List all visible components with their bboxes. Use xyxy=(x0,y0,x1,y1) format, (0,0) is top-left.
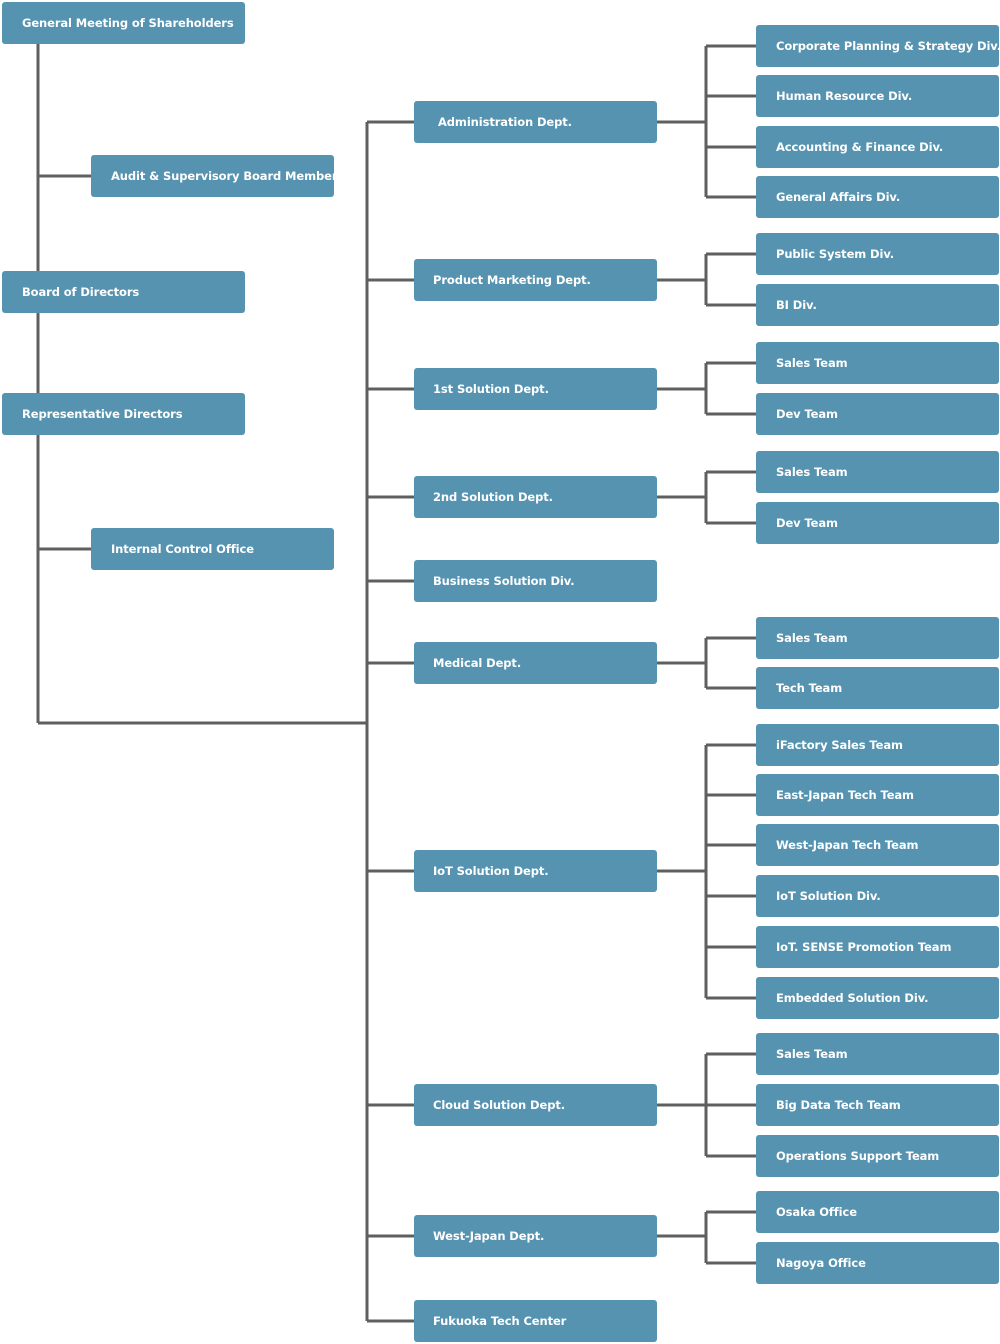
unit-box[interactable]: Nagoya Office xyxy=(756,1242,999,1284)
audit-board-box[interactable]: Audit & Supervisory Board Member xyxy=(91,155,337,197)
department-box[interactable]: Business Solution Div. xyxy=(414,560,657,602)
unit-box[interactable]: General Affairs Div. xyxy=(756,176,999,218)
unit-box[interactable]: iFactory Sales Team xyxy=(756,724,999,766)
unit-box[interactable]: Accounting & Finance Div. xyxy=(756,126,999,168)
unit-box[interactable]: IoT Solution Div. xyxy=(756,875,999,917)
shareholders-box[interactable]: General Meeting of Shareholders xyxy=(2,2,245,44)
unit-box[interactable]: Osaka Office xyxy=(756,1191,999,1233)
department-box[interactable]: Product Marketing Dept. xyxy=(414,259,657,301)
unit-box[interactable]: Sales Team xyxy=(756,1033,999,1075)
department-box[interactable]: 1st Solution Dept. xyxy=(414,368,657,410)
department-box[interactable]: West-Japan Dept. xyxy=(414,1215,657,1257)
unit-box[interactable]: IoT. SENSE Promotion Team xyxy=(756,926,999,968)
unit-box[interactable]: Embedded Solution Div. xyxy=(756,977,999,1019)
unit-box[interactable]: East-Japan Tech Team xyxy=(756,774,999,816)
unit-box[interactable]: Public System Div. xyxy=(756,233,999,275)
unit-box[interactable]: Corporate Planning & Strategy Div. xyxy=(756,25,1000,67)
internal-control-box[interactable]: Internal Control Office xyxy=(91,528,334,570)
unit-box[interactable]: Dev Team xyxy=(756,393,999,435)
unit-box[interactable]: Sales Team xyxy=(756,451,999,493)
unit-box[interactable]: Sales Team xyxy=(756,617,999,659)
unit-box[interactable]: Dev Team xyxy=(756,502,999,544)
department-box[interactable]: 2nd Solution Dept. xyxy=(414,476,657,518)
department-box[interactable]: Fukuoka Tech Center xyxy=(414,1300,657,1342)
unit-box[interactable]: BI Div. xyxy=(756,284,999,326)
department-box[interactable]: Cloud Solution Dept. xyxy=(414,1084,657,1126)
unit-box[interactable]: Human Resource Div. xyxy=(756,75,999,117)
department-box[interactable]: IoT Solution Dept. xyxy=(414,850,657,892)
department-box[interactable]: Administration Dept. xyxy=(414,101,657,143)
representative-directors-box[interactable]: Representative Directors xyxy=(2,393,245,435)
unit-box[interactable]: West-Japan Tech Team xyxy=(756,824,999,866)
board-of-directors-box[interactable]: Board of Directors xyxy=(2,271,245,313)
department-box[interactable]: Medical Dept. xyxy=(414,642,657,684)
unit-box[interactable]: Operations Support Team xyxy=(756,1135,999,1177)
unit-box[interactable]: Tech Team xyxy=(756,667,999,709)
unit-box[interactable]: Sales Team xyxy=(756,342,999,384)
unit-box[interactable]: Big Data Tech Team xyxy=(756,1084,999,1126)
